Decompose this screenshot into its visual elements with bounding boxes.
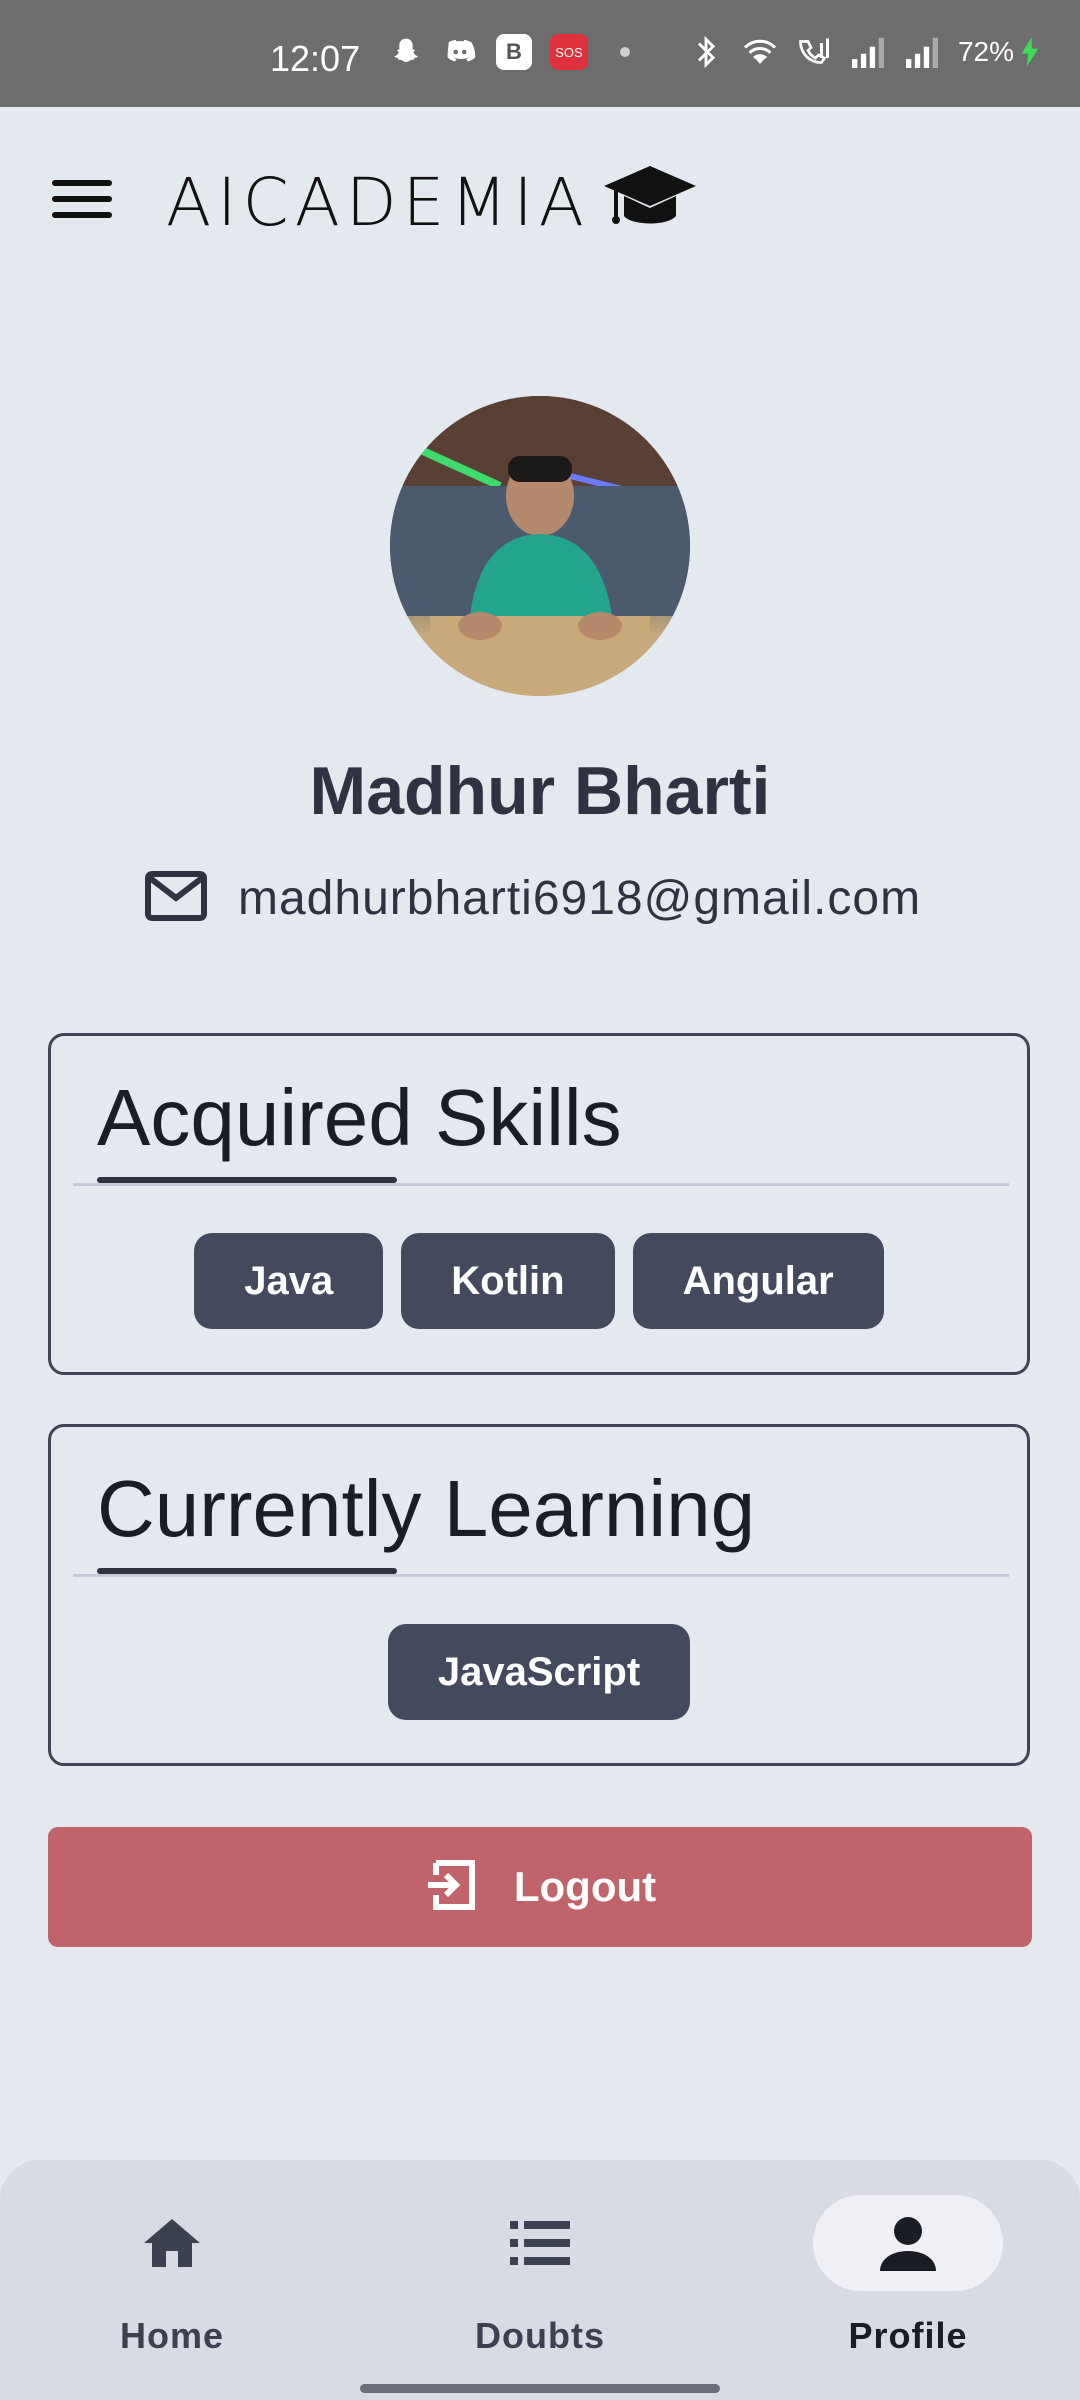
wifi-calling-icon	[796, 34, 832, 70]
skill-chip-kotlin[interactable]: Kotlin	[401, 1233, 615, 1329]
nav-doubts-label: Doubts	[475, 2315, 605, 2356]
profile-name: Madhur Bharti	[309, 753, 771, 829]
signal-icon	[850, 34, 886, 70]
skill-chip-angular[interactable]: Angular	[632, 1233, 884, 1329]
currently-learning-chips: JavaScript	[51, 1624, 1027, 1720]
nav-home[interactable]: Home	[22, 2160, 322, 2380]
mail-icon	[144, 870, 208, 927]
hamburger-menu-icon[interactable]	[52, 180, 112, 230]
logout-icon	[424, 1855, 484, 1920]
bluetooth-icon	[688, 34, 724, 70]
system-icons: 72%	[688, 34, 1040, 70]
notification-icons: B SOS	[388, 34, 644, 70]
status-time: 12:07	[270, 38, 361, 79]
snapchat-icon	[388, 34, 424, 70]
acquired-skills-title: Acquired Skills	[97, 1073, 622, 1162]
app-logo: AICADEMIA	[166, 160, 700, 245]
discord-icon	[442, 34, 478, 70]
currently-learning-title: Currently Learning	[97, 1464, 756, 1553]
skill-chip-java[interactable]: Java	[194, 1233, 384, 1329]
sos-icon: SOS	[550, 34, 588, 70]
nav-home-label: Home	[119, 2315, 225, 2356]
battery-level: 72%	[957, 36, 1014, 67]
app-name: AICADEMIA	[166, 164, 590, 241]
wifi-icon	[742, 34, 778, 70]
acquired-skills-card: Acquired Skills Java Kotlin Angular	[48, 1033, 1030, 1375]
logout-label: Logout	[513, 1863, 657, 1910]
acquired-skills-chips: Java Kotlin Angular	[51, 1233, 1027, 1329]
home-indicator[interactable]	[360, 2384, 720, 2393]
signal-icon	[904, 34, 940, 70]
profile-email: madhurbharti6918@gmail.com	[238, 872, 922, 925]
graduation-cap-icon	[600, 160, 700, 245]
nav-profile-label: Profile	[848, 2315, 968, 2356]
email-row: madhurbharti6918@gmail.com	[144, 870, 921, 927]
battery-charging-icon	[1020, 34, 1040, 70]
list-icon	[445, 2195, 635, 2291]
nav-doubts[interactable]: Doubts	[390, 2160, 690, 2380]
skill-chip-javascript[interactable]: JavaScript	[387, 1624, 691, 1720]
currently-learning-card: Currently Learning JavaScript	[48, 1424, 1030, 1766]
b-app-icon: B	[496, 34, 532, 70]
home-icon	[77, 2195, 267, 2291]
title-underline	[97, 1177, 397, 1183]
person-icon	[813, 2195, 1003, 2291]
title-underline	[97, 1568, 397, 1574]
divider	[73, 1574, 1009, 1577]
dot-icon	[620, 47, 630, 57]
nav-profile[interactable]: Profile	[758, 2160, 1058, 2380]
bottom-nav: Home Doubts Profile	[0, 2160, 1080, 2400]
avatar	[390, 396, 690, 696]
status-bar: 12:07 B SOS 72%	[0, 0, 1080, 107]
logout-button[interactable]: Logout	[48, 1827, 1032, 1947]
divider	[73, 1183, 1009, 1186]
